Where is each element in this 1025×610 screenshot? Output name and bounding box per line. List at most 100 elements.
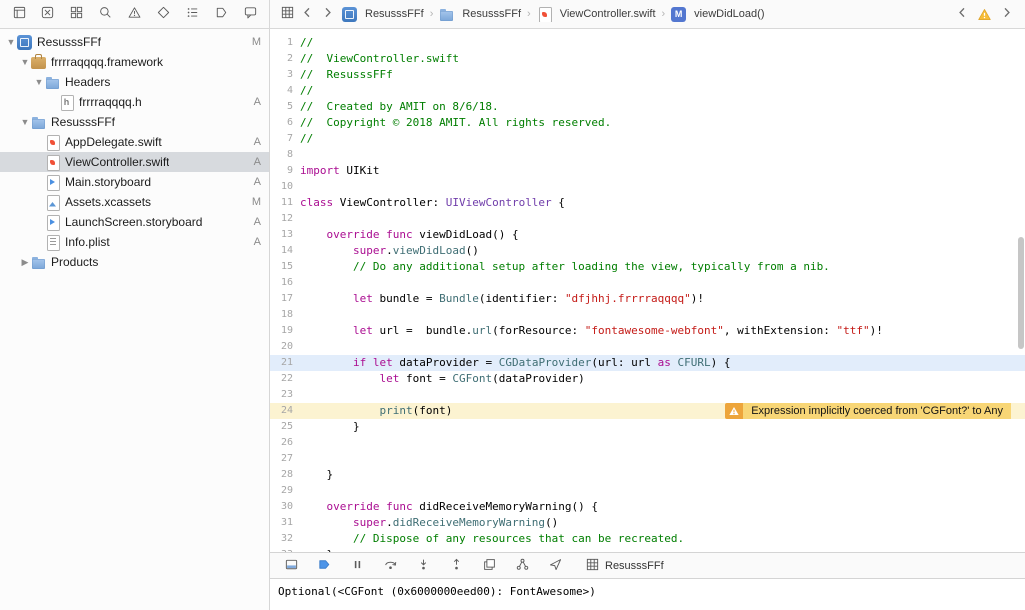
code-line-25[interactable]: 25 } <box>270 419 1025 435</box>
breakpoints-button[interactable] <box>315 557 333 575</box>
code-line-9[interactable]: 9 import UIKit <box>270 163 1025 179</box>
code-line-17[interactable]: 17 let bundle = Bundle(identifier: "dfjh… <box>270 291 1025 307</box>
code-line-33[interactable]: 33 } <box>270 547 1025 552</box>
editor-scrollbar[interactable] <box>1016 29 1025 552</box>
line-number[interactable]: 23 <box>270 387 300 403</box>
code-line-13[interactable]: 13 override func viewDidLoad() { <box>270 227 1025 243</box>
line-number[interactable]: 6 <box>270 115 300 131</box>
inline-warning-banner[interactable]: Expression implicitly coerced from 'CGFo… <box>725 403 1011 419</box>
code-line-20[interactable]: 20 <box>270 339 1025 355</box>
tree-item-resusssfff[interactable]: ▼ ResusssFFf M <box>0 32 269 52</box>
line-number[interactable]: 1 <box>270 35 300 51</box>
code-line-12[interactable]: 12 <box>270 211 1025 227</box>
pause-button[interactable] <box>348 557 366 575</box>
disclosure-triangle-icon[interactable]: ▼ <box>5 37 17 47</box>
breadcrumb-item-viewcontroller-swift[interactable]: ViewController.swift <box>537 6 656 22</box>
line-number[interactable]: 10 <box>270 179 300 195</box>
step-into-button[interactable] <box>414 557 432 575</box>
line-number[interactable]: 5 <box>270 99 300 115</box>
previous-issue-button[interactable] <box>953 5 971 23</box>
warning-icon[interactable] <box>975 5 993 23</box>
line-number[interactable]: 8 <box>270 147 300 163</box>
line-number[interactable]: 32 <box>270 531 300 547</box>
line-number[interactable]: 16 <box>270 275 300 291</box>
related-items-button[interactable] <box>278 5 296 23</box>
code-line-21[interactable]: 21 if let dataProvider = CGDataProvider(… <box>270 355 1025 371</box>
code-line-2[interactable]: 2// ViewController.swift <box>270 51 1025 67</box>
line-number[interactable]: 31 <box>270 515 300 531</box>
navigator-tab-breakpoint[interactable] <box>212 5 230 23</box>
line-number[interactable]: 27 <box>270 451 300 467</box>
code-line-22[interactable]: 22 let font = CGFont(dataProvider) <box>270 371 1025 387</box>
navigator-tab-find[interactable] <box>97 5 115 23</box>
disclosure-triangle-icon[interactable]: ▼ <box>33 77 45 87</box>
line-number[interactable]: 3 <box>270 67 300 83</box>
code-line-18[interactable]: 18 <box>270 307 1025 323</box>
back-button[interactable] <box>298 5 316 23</box>
line-number[interactable]: 20 <box>270 339 300 355</box>
code-line-15[interactable]: 15 // Do any additional setup after load… <box>270 259 1025 275</box>
toggle-debug-area-button[interactable] <box>282 557 300 575</box>
step-out-button[interactable] <box>447 557 465 575</box>
line-number[interactable]: 18 <box>270 307 300 323</box>
line-number[interactable]: 25 <box>270 419 300 435</box>
tree-item-main-storyboard[interactable]: Main.storyboard A <box>0 172 269 192</box>
code-line-10[interactable]: 10 <box>270 179 1025 195</box>
code-line-19[interactable]: 19 let url = bundle.url(forResource: "fo… <box>270 323 1025 339</box>
next-issue-button[interactable] <box>997 5 1015 23</box>
breadcrumb-item-viewdidload[interactable]: MviewDidLoad() <box>671 6 764 22</box>
scrollbar-thumb[interactable] <box>1017 237 1024 349</box>
memory-graph-button[interactable] <box>513 557 531 575</box>
line-number[interactable]: 21 <box>270 355 300 371</box>
line-number[interactable]: 33 <box>270 547 300 552</box>
disclosure-triangle-icon[interactable]: ▼ <box>19 57 31 67</box>
line-number[interactable]: 9 <box>270 163 300 179</box>
line-number[interactable]: 17 <box>270 291 300 307</box>
simulate-location-button[interactable] <box>546 557 564 575</box>
line-number[interactable]: 19 <box>270 323 300 339</box>
breadcrumb-item-resusssfff[interactable]: ResusssFFf <box>439 7 521 22</box>
code-line-24[interactable]: 24 print(font) Expression implicitly coer… <box>270 403 1025 419</box>
line-number[interactable]: 14 <box>270 243 300 259</box>
tree-item-appdelegate-swift[interactable]: AppDelegate.swift A <box>0 132 269 152</box>
tree-item-info-plist[interactable]: Info.plist A <box>0 232 269 252</box>
forward-button[interactable] <box>318 5 336 23</box>
tree-item-headers[interactable]: ▼ Headers <box>0 72 269 92</box>
tree-item-viewcontroller-swift[interactable]: ViewController.swift A <box>0 152 269 172</box>
code-line-4[interactable]: 4// <box>270 83 1025 99</box>
navigator-tab-report[interactable] <box>241 5 259 23</box>
code-line-8[interactable]: 8 <box>270 147 1025 163</box>
disclosure-triangle-icon[interactable]: ▼ <box>19 117 31 127</box>
source-editor[interactable]: 1//2// ViewController.swift 3// ResusssFF… <box>270 29 1025 552</box>
view-debugger-button[interactable] <box>480 557 498 575</box>
code-line-30[interactable]: 30 override func didReceiveMemoryWarning… <box>270 499 1025 515</box>
tree-item-assets-xcassets[interactable]: Assets.xcassets M <box>0 192 269 212</box>
navigator-tab-debug[interactable] <box>183 5 201 23</box>
line-number[interactable]: 15 <box>270 259 300 275</box>
line-number[interactable]: 28 <box>270 467 300 483</box>
code-line-32[interactable]: 32 // Dispose of any resources that can … <box>270 531 1025 547</box>
tree-item-resusssfff[interactable]: ▼ ResusssFFf <box>0 112 269 132</box>
line-number[interactable]: 24 <box>270 403 300 419</box>
code-line-23[interactable]: 23 <box>270 387 1025 403</box>
line-number[interactable]: 22 <box>270 371 300 387</box>
disclosure-triangle-icon[interactable]: ▶ <box>19 257 31 268</box>
tree-item-products[interactable]: ▶ Products <box>0 252 269 272</box>
code-line-14[interactable]: 14 super.viewDidLoad() <box>270 243 1025 259</box>
debug-jump-bar[interactable]: ResusssFFf <box>585 557 664 575</box>
code-line-6[interactable]: 6// Copyright © 2018 AMIT. All rights re… <box>270 115 1025 131</box>
line-number[interactable]: 30 <box>270 499 300 515</box>
tree-item-frrrraqqqq-h[interactable]: frrrraqqqq.h A <box>0 92 269 112</box>
code-line-3[interactable]: 3// ResusssFFf <box>270 67 1025 83</box>
code-line-16[interactable]: 16 <box>270 275 1025 291</box>
navigator-tab-issue[interactable] <box>126 5 144 23</box>
line-number[interactable]: 2 <box>270 51 300 67</box>
tree-item-frrrraqqqq-framework[interactable]: ▼ frrrraqqqq.framework <box>0 52 269 72</box>
code-line-5[interactable]: 5// Created by AMIT on 8/6/18. <box>270 99 1025 115</box>
line-number[interactable]: 26 <box>270 435 300 451</box>
breadcrumb-item-resusssfff[interactable]: ResusssFFf <box>342 6 424 22</box>
line-number[interactable]: 7 <box>270 131 300 147</box>
code-line-29[interactable]: 29 <box>270 483 1025 499</box>
code-line-1[interactable]: 1// <box>270 35 1025 51</box>
code-line-31[interactable]: 31 super.didReceiveMemoryWarning() <box>270 515 1025 531</box>
